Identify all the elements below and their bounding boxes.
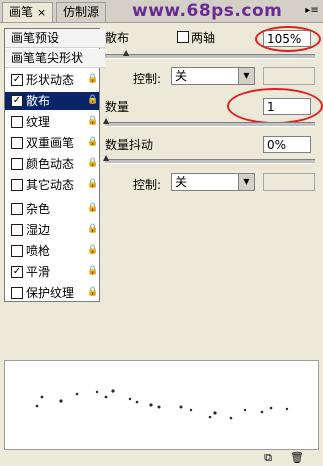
lock-icon[interactable]: 🔒 <box>87 74 98 85</box>
checkbox[interactable] <box>11 137 23 149</box>
checkbox[interactable] <box>11 179 23 191</box>
list-item-scattering[interactable]: ✓ 散布 🔒 <box>5 92 99 110</box>
both-axes-label: 两轴 <box>191 31 216 45</box>
checkbox[interactable] <box>11 203 23 215</box>
scatter-control-disabled-field <box>263 67 315 85</box>
checkbox[interactable]: ✓ <box>11 95 23 107</box>
lock-icon[interactable]: 🔒 <box>87 203 98 214</box>
panel-tab-bar: 画笔 × 仿制源 www.68ps.com ▸≡ <box>0 0 323 23</box>
both-axes-checkbox[interactable] <box>177 31 189 43</box>
list-item-dual-brush[interactable]: 双重画笔 🔒 <box>5 134 99 152</box>
trash-icon[interactable]: 🗑 <box>290 452 304 464</box>
list-item-label: 画笔预设 <box>11 31 60 45</box>
scatter-control-select[interactable]: 关 ▼ <box>171 67 255 85</box>
lock-icon[interactable]: 🔒 <box>87 266 98 277</box>
checkbox[interactable] <box>11 245 23 257</box>
count-jitter-control-disabled-field <box>263 173 315 191</box>
scatter-slider-thumb[interactable]: ▲ <box>123 49 129 57</box>
watermark: www.68ps.com <box>132 1 283 21</box>
list-item-label: 平滑 <box>26 265 51 279</box>
tab-brush[interactable]: 画笔 × <box>2 2 54 22</box>
count-label: 数量 <box>105 100 130 114</box>
list-item-smoothing[interactable]: ✓ 平滑 🔒 <box>5 263 99 281</box>
chevron-down-icon[interactable]: ▼ <box>238 68 254 84</box>
brush-options-list: 画笔预设 画笔笔尖形状 ✓ 形状动态 🔒 ✓ 散布 🔒 纹理 🔒 双重画笔 🔒 … <box>4 28 105 302</box>
list-item-airbrush[interactable]: 喷枪 🔒 <box>5 242 99 260</box>
count-jitter-value-field[interactable]: 0% <box>263 136 311 153</box>
stroke-preview-dots <box>35 389 289 420</box>
list-item-label: 散布 <box>26 94 51 108</box>
chevron-down-icon[interactable]: ▼ <box>238 174 254 190</box>
new-brush-icon[interactable]: ⧉ <box>262 452 274 464</box>
list-item-protect-texture[interactable]: 保护纹理 🔒 <box>5 284 99 302</box>
list-item-color-dynamics[interactable]: 颜色动态 🔒 <box>5 155 99 173</box>
list-item-label: 杂色 <box>26 202 51 216</box>
scatter-label: 散布 <box>105 31 130 45</box>
lock-icon[interactable]: 🔒 <box>87 287 98 298</box>
scatter-control-value: 关 <box>175 69 188 83</box>
lock-icon[interactable]: 🔒 <box>87 158 98 169</box>
lock-icon[interactable]: 🔒 <box>87 116 98 127</box>
checkbox[interactable] <box>11 224 23 236</box>
count-jitter-label: 数量抖动 <box>105 138 154 152</box>
checkbox[interactable] <box>11 287 23 299</box>
checkbox[interactable]: ✓ <box>11 74 23 86</box>
lock-icon[interactable]: 🔒 <box>87 245 98 256</box>
list-item-label: 其它动态 <box>26 178 75 192</box>
tab-clone-source[interactable]: 仿制源 <box>56 2 107 22</box>
checkbox[interactable] <box>11 158 23 170</box>
checkbox[interactable]: ✓ <box>11 266 23 278</box>
list-item-brush-tip-shape[interactable]: 画笔笔尖形状 <box>5 49 105 68</box>
lock-icon[interactable]: 🔒 <box>87 95 98 106</box>
list-item-brush-presets[interactable]: 画笔预设 <box>5 29 105 48</box>
lock-icon[interactable]: 🔒 <box>87 137 98 148</box>
stroke-preview <box>4 360 319 450</box>
close-icon[interactable]: × <box>37 6 46 19</box>
scatter-control-label: 控制: <box>133 72 162 86</box>
list-item-label: 喷枪 <box>26 244 51 258</box>
panel-bottom-bar: ⧉ 🗑 <box>0 450 323 466</box>
list-item-shape-dynamics[interactable]: ✓ 形状动态 🔒 <box>5 71 99 89</box>
checkbox[interactable] <box>11 116 23 128</box>
list-item-noise[interactable]: 杂色 🔒 <box>5 200 99 218</box>
list-item-label: 颜色动态 <box>26 157 75 171</box>
count-slider-track[interactable] <box>105 122 315 127</box>
menu-arrow-icon[interactable]: ▸≡ <box>305 4 319 17</box>
list-item-wet-edges[interactable]: 湿边 🔒 <box>5 221 99 239</box>
count-jitter-slider-track[interactable] <box>105 159 315 164</box>
list-item-other-dynamics[interactable]: 其它动态 🔒 <box>5 176 99 194</box>
list-item-label: 纹理 <box>26 115 51 129</box>
count-slider-thumb[interactable]: ▲ <box>103 117 109 125</box>
list-item-label: 形状动态 <box>26 73 75 87</box>
lock-icon[interactable]: 🔒 <box>87 179 98 190</box>
list-item-texture[interactable]: 纹理 🔒 <box>5 113 99 131</box>
count-jitter-control-label: 控制: <box>133 178 162 192</box>
highlight-ellipse <box>255 26 321 52</box>
list-item-label: 双重画笔 <box>26 136 75 150</box>
tab-clone-source-label: 仿制源 <box>63 5 100 19</box>
highlight-ellipse <box>227 88 323 124</box>
count-jitter-slider-thumb[interactable]: ▲ <box>103 154 109 162</box>
list-item-label: 画笔笔尖形状 <box>11 51 84 65</box>
list-item-label: 湿边 <box>26 223 51 237</box>
scatter-slider-track[interactable] <box>105 54 315 59</box>
count-jitter-control-value: 关 <box>175 175 188 189</box>
tab-brush-label: 画笔 <box>9 5 34 19</box>
count-jitter-control-select[interactable]: 关 ▼ <box>171 173 255 191</box>
list-item-label: 保护纹理 <box>26 286 75 300</box>
lock-icon[interactable]: 🔒 <box>87 224 98 235</box>
scatter-settings: 散布 两轴 105% ▲ 控制: 关 ▼ 数量 1 ▲ 数量抖动 0% ▲ 控制… <box>103 26 323 356</box>
